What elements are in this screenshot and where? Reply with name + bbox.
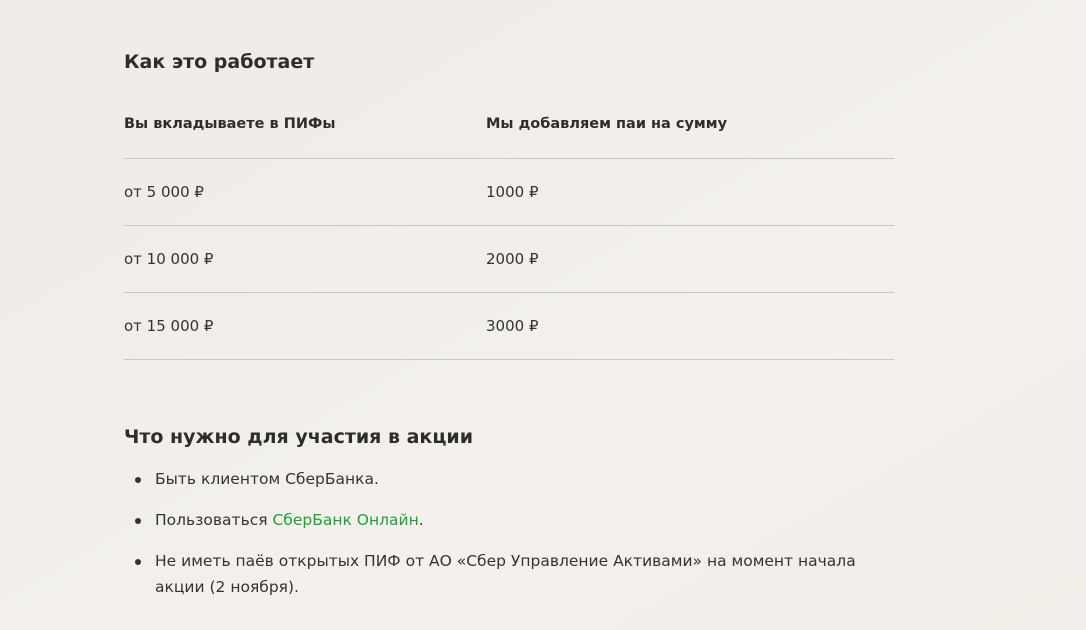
bullet-icon xyxy=(135,559,141,565)
requirement-text-prefix: Пользоваться xyxy=(155,511,273,529)
invest-amount-cell: от 15 000 ₽ xyxy=(124,317,214,335)
list-item: Не иметь паёв открытых ПИФ от АО «Сбер У… xyxy=(124,548,904,600)
bonus-amount-cell: 1000 ₽ xyxy=(486,183,539,201)
how-it-works-title: Как это работает xyxy=(124,51,315,73)
bonus-amount-cell: 3000 ₽ xyxy=(486,317,539,335)
table-row: от 15 000 ₽ 3000 ₽ xyxy=(124,293,894,360)
table-row: от 5 000 ₽ 1000 ₽ xyxy=(124,159,894,226)
requirements-list: Быть клиентом СберБанка. Пользоваться Сб… xyxy=(124,466,904,615)
requirement-text-suffix: . xyxy=(418,511,424,529)
requirement-text: Быть клиентом СберБанка. xyxy=(155,470,379,488)
table-header-row: Вы вкладываете в ПИФы Мы добавляем паи н… xyxy=(124,104,894,159)
column-header-bonus: Мы добавляем паи на сумму xyxy=(486,116,728,132)
bonus-amount-cell: 2000 ₽ xyxy=(486,250,539,268)
sberbank-online-link[interactable]: СберБанк Онлайн xyxy=(272,511,418,529)
invest-amount-cell: от 5 000 ₽ xyxy=(124,183,204,201)
table-row: от 10 000 ₽ 2000 ₽ xyxy=(124,226,894,293)
invest-amount-cell: от 10 000 ₽ xyxy=(124,250,214,268)
list-item: Быть клиентом СберБанка. xyxy=(124,466,904,492)
column-header-invest: Вы вкладываете в ПИФы xyxy=(124,116,336,132)
bonus-table: Вы вкладываете в ПИФы Мы добавляем паи н… xyxy=(124,104,894,360)
bullet-icon xyxy=(135,477,141,483)
list-item: Пользоваться СберБанк Онлайн. xyxy=(124,507,904,533)
requirement-text: Не иметь паёв открытых ПИФ от АО «Сбер У… xyxy=(155,552,856,596)
bullet-icon xyxy=(135,518,141,524)
requirements-title: Что нужно для участия в акции xyxy=(124,426,474,448)
